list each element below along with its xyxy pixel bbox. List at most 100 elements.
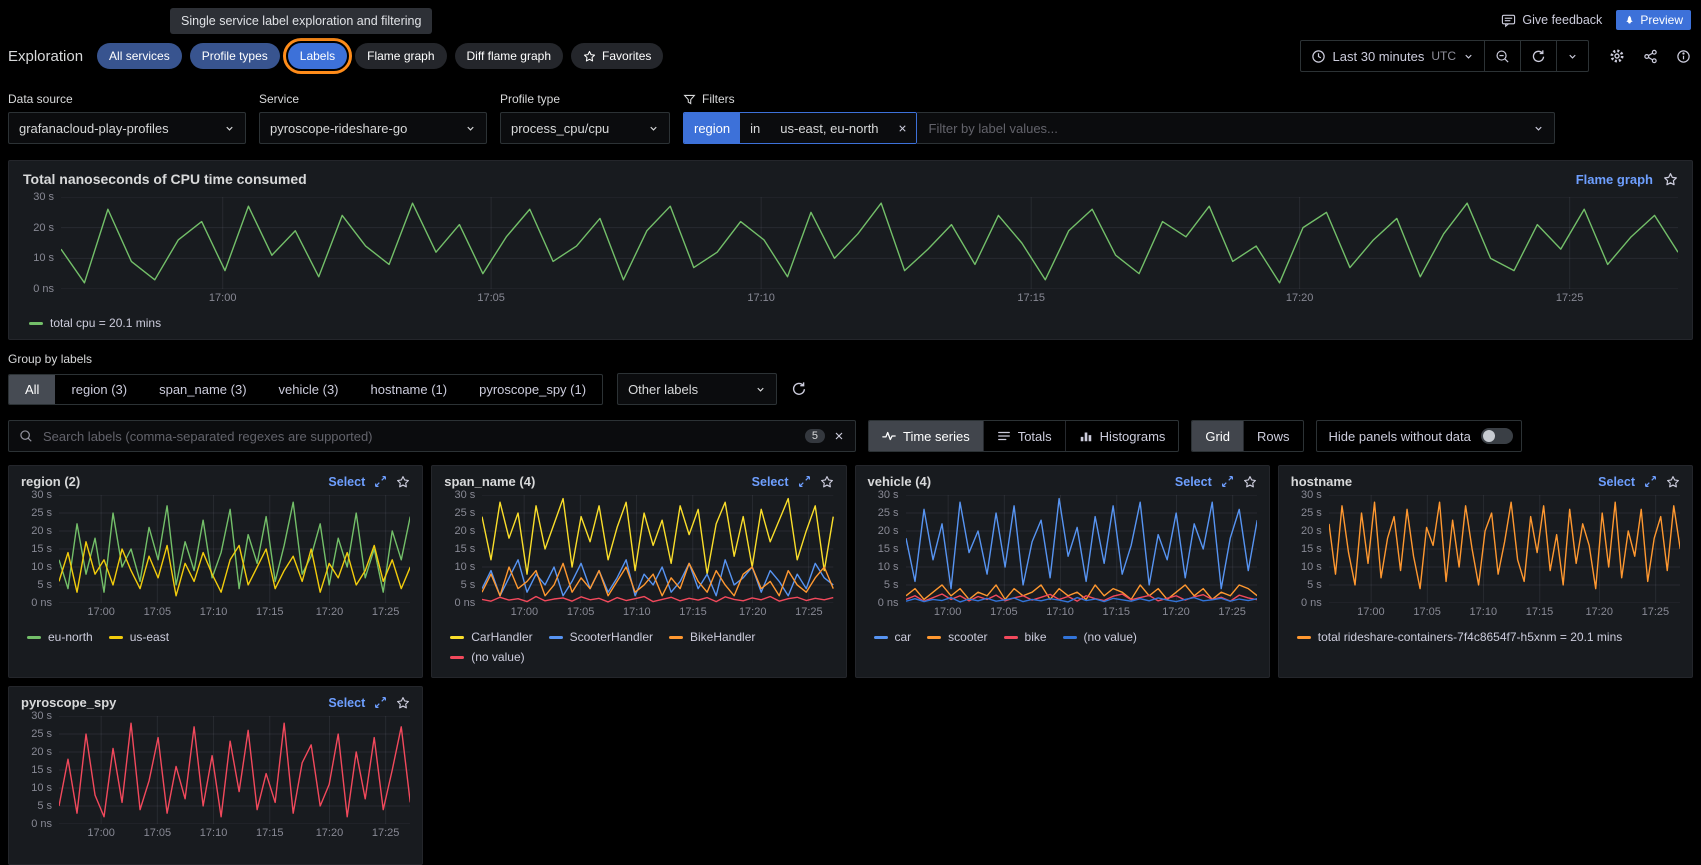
chevron-down-icon	[1533, 123, 1544, 134]
star-icon[interactable]	[396, 475, 410, 489]
layout-grid[interactable]: Grid	[1192, 421, 1243, 451]
star-icon[interactable]	[396, 696, 410, 710]
star-icon[interactable]	[820, 475, 834, 489]
filter-value[interactable]: us-east, eu-north	[770, 113, 888, 143]
view-time-series[interactable]: Time series	[869, 421, 983, 451]
filter-funnel-icon	[683, 93, 696, 106]
preview-badge[interactable]: Preview	[1616, 10, 1691, 30]
legend-item[interactable]: (no value)	[450, 650, 524, 664]
star-icon	[583, 50, 596, 63]
panel-chart: 30 s25 s20 s15 s10 s5 s0 ns17:0017:0517:…	[444, 495, 833, 623]
filter-remove-button[interactable]	[889, 113, 916, 143]
groupby-tab-vehicle-3[interactable]: vehicle (3)	[263, 375, 355, 404]
view-histograms[interactable]: Histograms	[1065, 421, 1179, 451]
tab-all-services[interactable]: All services	[97, 43, 182, 69]
hide-panels-toggle[interactable]	[1481, 428, 1513, 444]
legend-item[interactable]: us-east	[109, 630, 169, 644]
groupby-tab-hostname-1[interactable]: hostname (1)	[355, 375, 464, 404]
tab-labels[interactable]: Labels	[288, 43, 347, 69]
expand-icon[interactable]	[374, 475, 387, 488]
service-value: pyroscope-rideshare-go	[270, 121, 407, 136]
label-panel-region-2: region (2) Select 30 s25 s20 s15 s10 s5 …	[8, 465, 423, 678]
clear-search-icon[interactable]	[833, 430, 845, 442]
sync-icon[interactable]	[791, 381, 807, 397]
view-totals[interactable]: Totals	[983, 421, 1065, 451]
exploration-tab-bar: All services Profile types Labels Flame gra…	[97, 43, 663, 69]
star-icon[interactable]	[1663, 172, 1678, 187]
tab-favorites[interactable]: Favorites	[571, 43, 663, 69]
layout-rows[interactable]: Rows	[1243, 421, 1303, 451]
label-panel-hostname: hostname Select 30 s25 s20 s15 s10 s5 s0…	[1278, 465, 1693, 678]
panel-title: region (2)	[21, 474, 80, 489]
label-panel-span-name-4: span_name (4) Select 30 s25 s20 s15 s10 …	[431, 465, 846, 678]
tab-flame-graph[interactable]: Flame graph	[355, 43, 446, 69]
filter-label-values-input[interactable]	[927, 120, 1525, 137]
groupby-tab-span-name-3[interactable]: span_name (3)	[143, 375, 262, 404]
tab-diff-flame-graph[interactable]: Diff flame graph	[455, 43, 564, 69]
info-icon[interactable]	[1676, 49, 1691, 64]
settings-gear-icon[interactable]	[1609, 48, 1625, 64]
filter-pill: region in us-east, eu-north	[683, 112, 917, 144]
share-icon[interactable]	[1643, 49, 1658, 64]
legend-item[interactable]: total cpu = 20.1 mins	[29, 316, 161, 330]
cpu-time-panel: Total nanoseconds of CPU time consumed F…	[8, 160, 1693, 340]
totals-icon	[997, 429, 1011, 443]
select-button[interactable]: Select	[328, 475, 365, 489]
zoom-out-button[interactable]	[1485, 40, 1521, 72]
zoom-out-icon	[1495, 49, 1510, 64]
filter-key[interactable]: region	[684, 113, 740, 143]
panel-chart: 30 s25 s20 s15 s10 s5 s0 ns17:0017:0517:…	[21, 495, 410, 623]
time-picker-button[interactable]: Last 30 minutes UTC	[1300, 40, 1485, 72]
expand-icon[interactable]	[1221, 475, 1234, 488]
groupby-tab-pyroscope-spy-1[interactable]: pyroscope_spy (1)	[463, 375, 602, 404]
panel-chart: 30 s25 s20 s15 s10 s5 s0 ns17:0017:0517:…	[1291, 495, 1680, 623]
datasource-value: grafanacloud-play-profiles	[19, 121, 169, 136]
star-icon[interactable]	[1243, 475, 1257, 489]
datasource-select[interactable]: grafanacloud-play-profiles	[8, 112, 246, 144]
filter-operator[interactable]: in	[740, 113, 770, 143]
groupby-tab-bar: Allregion (3)span_name (3)vehicle (3)hos…	[8, 374, 603, 405]
datasource-label: Data source	[8, 92, 246, 106]
give-feedback-button[interactable]: Give feedback	[1501, 13, 1602, 28]
flame-graph-link[interactable]: Flame graph	[1576, 172, 1653, 187]
select-button[interactable]: Select	[752, 475, 789, 489]
timezone-label: UTC	[1431, 49, 1456, 63]
legend-item[interactable]: ScooterHandler	[549, 630, 653, 644]
expand-icon[interactable]	[798, 475, 811, 488]
y-axis: 30 s25 s20 s15 s10 s5 s0 ns	[21, 716, 59, 824]
service-select[interactable]: pyroscope-rideshare-go	[259, 112, 487, 144]
select-button[interactable]: Select	[1175, 475, 1212, 489]
refresh-button[interactable]	[1521, 40, 1557, 72]
chevron-down-icon	[465, 123, 476, 134]
expand-icon[interactable]	[1644, 475, 1657, 488]
y-axis: 30 s20 s10 s0 ns	[23, 197, 61, 289]
labels-tab-tooltip: Single service label exploration and fil…	[170, 8, 432, 34]
legend-item[interactable]: (no value)	[1063, 630, 1137, 644]
clock-icon	[1311, 49, 1326, 64]
expand-icon[interactable]	[374, 696, 387, 709]
profile-type-select[interactable]: process_cpu/cpu	[500, 112, 670, 144]
star-icon[interactable]	[1666, 475, 1680, 489]
groupby-tab-region-3[interactable]: region (3)	[55, 375, 143, 404]
refresh-interval-dropdown[interactable]	[1557, 40, 1589, 72]
legend-item[interactable]: total rideshare-containers-7f4c8654f7-h5…	[1297, 630, 1623, 644]
profile-type-label: Profile type	[500, 92, 670, 106]
other-labels-select[interactable]: Other labels	[617, 373, 777, 405]
chevron-down-icon	[648, 123, 659, 134]
legend-item[interactable]: car	[874, 630, 912, 644]
hide-panels-label: Hide panels without data	[1329, 429, 1471, 444]
legend-item[interactable]: CarHandler	[450, 630, 532, 644]
legend-item[interactable]: BikeHandler	[669, 630, 755, 644]
tab-profile-types[interactable]: Profile types	[190, 43, 280, 69]
legend-item[interactable]: eu-north	[27, 630, 93, 644]
search-labels-input[interactable]	[41, 428, 797, 445]
page-title: Exploration	[8, 48, 83, 65]
select-button[interactable]: Select	[328, 696, 365, 710]
label-search: 5	[8, 420, 856, 452]
search-icon	[19, 429, 33, 443]
profile-type-value: process_cpu/cpu	[511, 121, 609, 136]
legend-item[interactable]: scooter	[927, 630, 987, 644]
groupby-tab-all[interactable]: All	[9, 375, 55, 404]
select-button[interactable]: Select	[1598, 475, 1635, 489]
legend-item[interactable]: bike	[1004, 630, 1047, 644]
